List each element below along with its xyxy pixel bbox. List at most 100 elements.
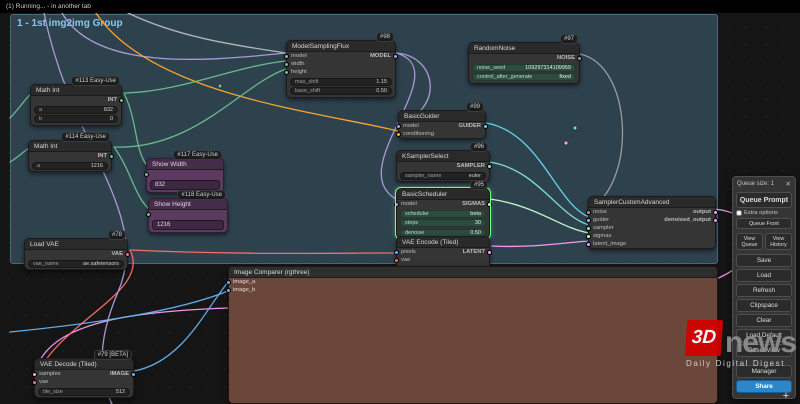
output-label: GUIDER xyxy=(458,123,481,129)
shown-value: 1216 xyxy=(152,220,224,230)
node-id-badge: #118 Easy-Use xyxy=(177,190,226,200)
3dnews-watermark: 3D news Daily Digital Digest xyxy=(686,320,796,368)
output-socket[interactable] xyxy=(109,154,114,159)
refresh-button[interactable]: Refresh xyxy=(736,284,792,297)
sigmas-output-socket[interactable] xyxy=(487,202,492,207)
node-show-height[interactable]: #118 Easy-Use Show Height 1216 xyxy=(148,198,228,233)
node-random-noise[interactable]: #97 RandomNoise NOISE noise_seed10929731… xyxy=(468,42,580,84)
extra-options-checkbox[interactable] xyxy=(736,210,742,216)
widget-scheduler[interactable]: schedulerbeta xyxy=(400,210,486,218)
denoised-output-socket[interactable] xyxy=(713,218,718,223)
model-output-socket[interactable] xyxy=(393,54,398,59)
widget-b[interactable]: b0 xyxy=(34,115,118,123)
guider-output-socket[interactable] xyxy=(483,124,488,129)
node-title: Show Width xyxy=(147,159,223,170)
width-input-socket[interactable] xyxy=(284,62,289,67)
node-title: VAE Encode (Tiled) xyxy=(397,237,489,248)
vae-input-socket[interactable] xyxy=(32,380,37,385)
output-label: output xyxy=(693,209,711,215)
vae-input-socket[interactable] xyxy=(394,258,399,263)
extra-options-label: Extra options xyxy=(744,210,778,216)
shown-value: 832 xyxy=(150,180,220,190)
node-id-badge: #97 xyxy=(560,34,578,44)
node-load-vae[interactable]: #78 Load VAE VAE vae_nameae.safetensors xyxy=(24,238,128,270)
node-basic-scheduler[interactable]: #95 BasicScheduler model SIGMAS schedule… xyxy=(396,188,490,239)
node-sampler-custom-advanced[interactable]: SamplerCustomAdvanced noise output guide… xyxy=(588,196,716,249)
input-socket[interactable] xyxy=(146,212,151,217)
conditioning-input-socket[interactable] xyxy=(396,132,401,137)
save-button[interactable]: Save xyxy=(736,254,792,267)
node-id-badge: #114 Easy-Use xyxy=(61,132,110,142)
node-model-sampling-flux[interactable]: #98 ModelSamplingFlux model MODEL width … xyxy=(286,40,396,98)
node-show-width[interactable]: #117 Easy-Use Show Width 832 xyxy=(146,158,224,193)
noise-input-socket[interactable] xyxy=(586,210,591,215)
latent-output-socket[interactable] xyxy=(487,250,492,255)
image-b-input-socket[interactable] xyxy=(226,288,231,293)
output-label: LATENT xyxy=(463,249,485,255)
height-input-socket[interactable] xyxy=(284,70,289,75)
output-socket[interactable] xyxy=(119,98,124,103)
widget-base-shift[interactable]: base_shift0.50 xyxy=(290,87,392,95)
widget-sampler-name[interactable]: sampler_nameeuler xyxy=(400,172,486,180)
load-button[interactable]: Load xyxy=(736,269,792,282)
node-ksampler-select[interactable]: #96 KSamplerSelect SAMPLER sampler_namee… xyxy=(396,150,490,182)
3dnews-logo-icon: 3D xyxy=(685,320,724,356)
node-id-badge: #96 xyxy=(470,142,488,152)
model-input-socket[interactable] xyxy=(394,202,399,207)
widget-a[interactable]: a1216 xyxy=(32,162,108,170)
queue-front-button[interactable]: Queue Front xyxy=(736,218,792,229)
model-input-socket[interactable] xyxy=(396,124,401,129)
node-basic-guider[interactable]: #99 BasicGuider model GUIDER conditionin… xyxy=(398,110,486,139)
node-title: Show Height xyxy=(149,199,227,210)
widget-steps[interactable]: steps30 xyxy=(400,219,486,227)
input-socket[interactable] xyxy=(144,172,149,177)
samples-input-socket[interactable] xyxy=(32,372,37,377)
noise-output-socket[interactable] xyxy=(577,56,582,61)
view-history-button[interactable]: View History xyxy=(765,233,792,250)
sampler-input-socket[interactable] xyxy=(586,226,591,231)
output-socket[interactable] xyxy=(713,210,718,215)
image-output-socket[interactable] xyxy=(131,372,136,377)
queue-prompt-button[interactable]: Queue Prompt xyxy=(736,192,792,208)
node-id-badge: #117 Easy-Use xyxy=(173,150,222,160)
3dnews-tagline: Daily Digital Digest xyxy=(686,359,796,368)
output-label: INT xyxy=(108,97,117,103)
node-title: Math Int xyxy=(29,141,111,152)
sampler-output-socket[interactable] xyxy=(487,164,492,169)
clipspace-button[interactable]: Clipspace xyxy=(736,299,792,312)
widget-tile-size[interactable]: tile_size512 xyxy=(38,388,130,396)
comparer-preview-area[interactable] xyxy=(229,297,717,403)
node-math-int-b[interactable]: #114 Easy-Use Math Int INT a1216 xyxy=(28,140,112,172)
output-label: NOISE xyxy=(557,55,575,61)
output-socket[interactable] xyxy=(125,252,130,257)
view-queue-button[interactable]: View Queue xyxy=(736,233,763,250)
sigmas-input-socket[interactable] xyxy=(586,234,591,239)
image-a-input-socket[interactable] xyxy=(226,280,231,285)
widget-vae-name[interactable]: vae_nameae.safetensors xyxy=(28,260,124,268)
node-vae-decode-tiled[interactable]: #79 [BETA] VAE Decode (Tiled) samples IM… xyxy=(34,358,134,398)
widget-control-after-generate[interactable]: control_after_generatefixed xyxy=(472,73,576,81)
close-icon[interactable]: ✕ xyxy=(786,180,791,188)
guider-input-socket[interactable] xyxy=(586,218,591,223)
pixels-input-socket[interactable] xyxy=(394,250,399,255)
comfyui-canvas[interactable]: (1) Running... - in another tab 1 - 1st … xyxy=(0,0,800,404)
wire-image-b xyxy=(10,291,228,332)
output-label: IMAGE xyxy=(110,371,129,377)
node-id-badge: #113 Easy-Use xyxy=(71,76,120,86)
group-title: 1 - 1st img2img Group xyxy=(11,15,717,32)
node-title: Image Comparer (rgthree) xyxy=(229,267,717,278)
add-button[interactable]: + xyxy=(780,390,792,402)
output-label: VAE xyxy=(112,251,124,257)
widget-max-shift[interactable]: max_shift1.15 xyxy=(290,78,392,86)
node-id-badge: #78 xyxy=(108,230,126,240)
widget-a[interactable]: a832 xyxy=(34,106,118,114)
node-image-comparer[interactable]: Image Comparer (rgthree) image_a image_b xyxy=(228,266,718,404)
node-title: KSamplerSelect xyxy=(397,151,489,162)
node-math-int-a[interactable]: #113 Easy-Use Math Int INT a832 b0 xyxy=(30,84,122,126)
widget-noise-seed[interactable]: noise_seed109297314109959 xyxy=(472,64,576,72)
latent-image-input-socket[interactable] xyxy=(586,242,591,247)
node-title: SamplerCustomAdvanced xyxy=(589,197,715,208)
model-input-socket[interactable] xyxy=(284,54,289,59)
node-title: VAE Decode (Tiled) xyxy=(35,359,133,370)
node-title: RandomNoise xyxy=(469,43,579,54)
